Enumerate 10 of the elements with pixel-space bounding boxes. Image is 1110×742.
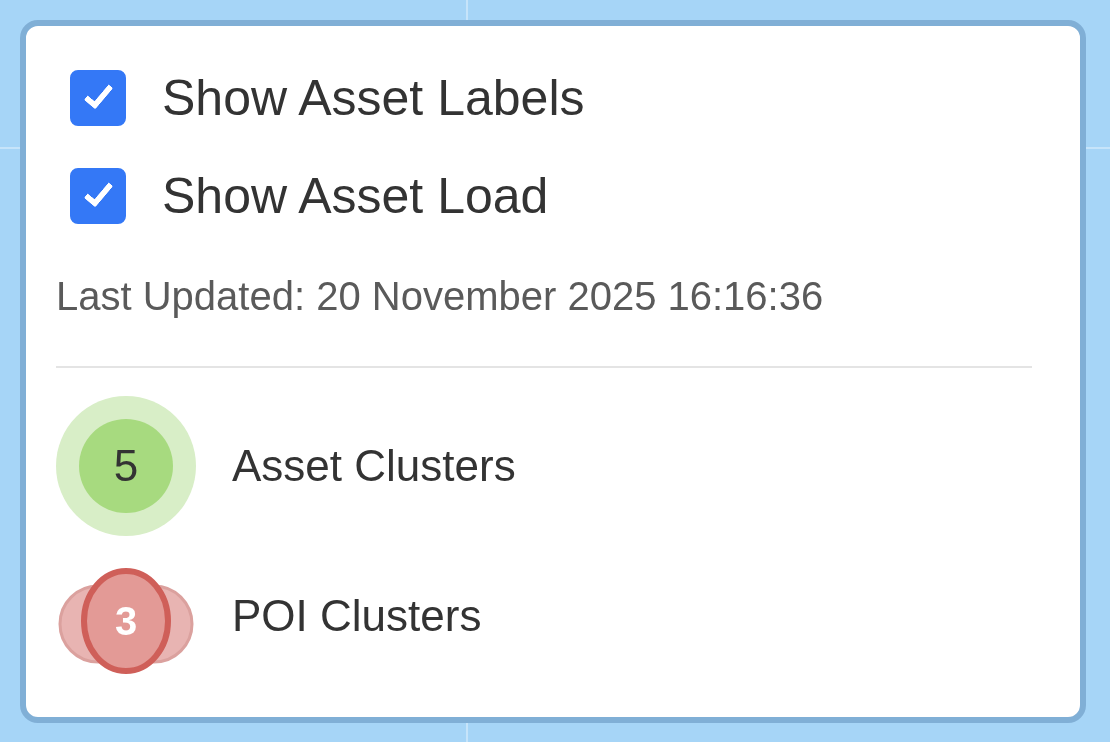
checkbox-label[interactable]: Show Asset Labels (162, 73, 585, 123)
last-updated-text: Last Updated: 20 November 2025 16:16:36 (56, 276, 825, 316)
checkbox[interactable] (70, 168, 126, 224)
cluster-count: 5 (113, 444, 139, 488)
cluster-count: 3 (114, 601, 138, 641)
checkbox[interactable] (70, 70, 126, 126)
legend-label: POI Clusters (232, 594, 482, 638)
cluster-circle-icon (56, 396, 196, 536)
checkbox-label[interactable]: Show Asset Load (162, 171, 549, 221)
legend-label: Asset Clusters (232, 444, 516, 488)
